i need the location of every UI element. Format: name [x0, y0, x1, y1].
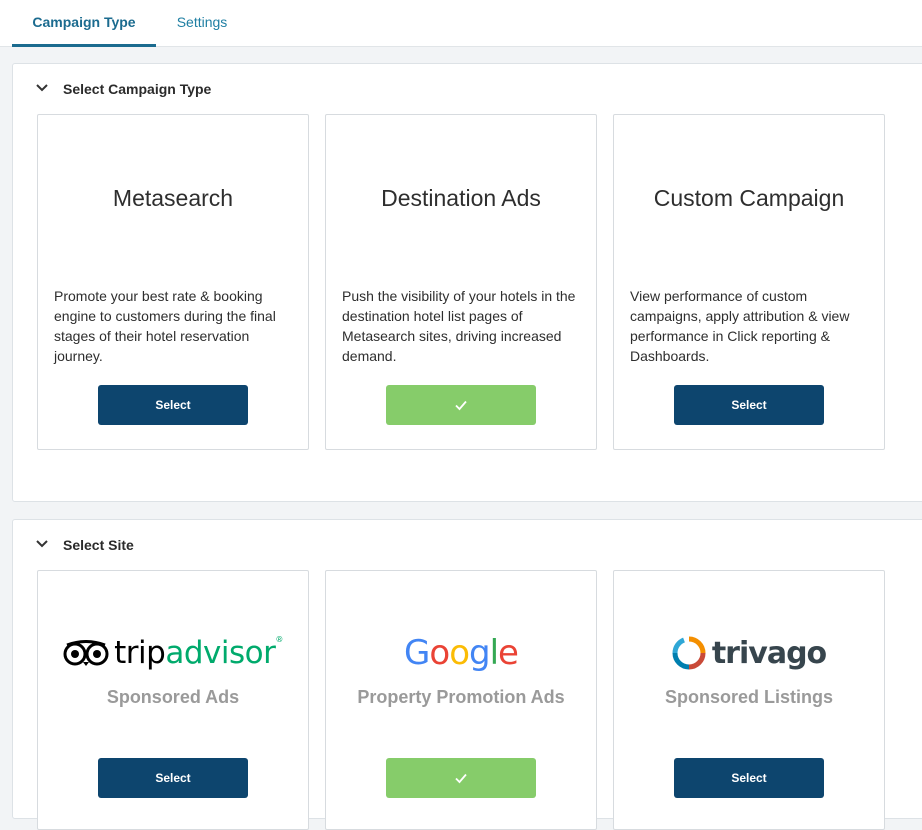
- site-product-name: Sponsored Ads: [106, 687, 240, 707]
- selected-destination-ads-button[interactable]: [386, 385, 536, 425]
- panel-title: Select Site: [63, 537, 134, 553]
- select-custom-campaign-button[interactable]: Select: [674, 385, 824, 425]
- logo-text: Google: [404, 633, 519, 673]
- check-icon: [455, 400, 467, 411]
- chevron-down-icon[interactable]: [35, 81, 49, 95]
- logo-text: trivago: [711, 635, 827, 671]
- card-title: Metasearch: [112, 185, 234, 211]
- site-product-name: Sponsored Listings: [664, 687, 833, 707]
- panel-title: Select Campaign Type: [63, 81, 212, 97]
- owl-eyes-icon: [63, 640, 109, 666]
- tab-settings[interactable]: Settings: [160, 0, 244, 47]
- card-title: Destination Ads: [381, 185, 541, 211]
- tab-campaign-type[interactable]: Campaign Type: [12, 0, 156, 47]
- select-trivago-button[interactable]: Select: [674, 758, 824, 798]
- select-site-panel: Select Site tripadvisor® Sponsored Ads S…: [12, 519, 922, 830]
- check-icon: [455, 773, 467, 784]
- card-description: Push the visibility of your hotels in th…: [342, 288, 576, 364]
- logo-text: advisor: [165, 635, 276, 671]
- campaign-card-custom-campaign: Custom Campaign View performance of cust…: [613, 114, 885, 450]
- select-metasearch-button[interactable]: Select: [98, 385, 248, 425]
- selected-google-button[interactable]: [386, 758, 536, 798]
- select-site-panel-header[interactable]: Select Site: [13, 520, 922, 572]
- select-tripadvisor-button[interactable]: Select: [98, 758, 248, 798]
- google-logo: Google: [326, 633, 596, 673]
- card-description: View performance of custom campaigns, ap…: [630, 288, 850, 364]
- trivago-logo: trivago: [614, 633, 884, 673]
- logo-text: trip: [114, 635, 166, 671]
- campaign-card-metasearch: Metasearch Promote your best rate & book…: [37, 114, 309, 450]
- site-card-trivago: trivago Sponsored Listings Select: [613, 570, 885, 830]
- site-product-name: Property Promotion Ads: [357, 687, 565, 707]
- tripadvisor-logo: tripadvisor®: [38, 633, 308, 673]
- chevron-down-icon[interactable]: [35, 537, 49, 551]
- registered-mark: ®: [275, 635, 283, 644]
- tab-bar: Campaign Type Settings: [0, 0, 922, 47]
- card-description: Promote your best rate & booking engine …: [54, 288, 276, 364]
- site-card-google: Google Property Promotion Ads: [325, 570, 597, 830]
- campaign-type-panel-header[interactable]: Select Campaign Type: [13, 64, 922, 116]
- campaign-card-destination-ads: Destination Ads Push the visibility of y…: [325, 114, 597, 450]
- site-card-tripadvisor: tripadvisor® Sponsored Ads Select: [37, 570, 309, 830]
- card-title: Custom Campaign: [653, 185, 845, 211]
- campaign-type-panel: Select Campaign Type Metasearch Promote …: [12, 63, 922, 502]
- trivago-ring-icon: [672, 636, 706, 670]
